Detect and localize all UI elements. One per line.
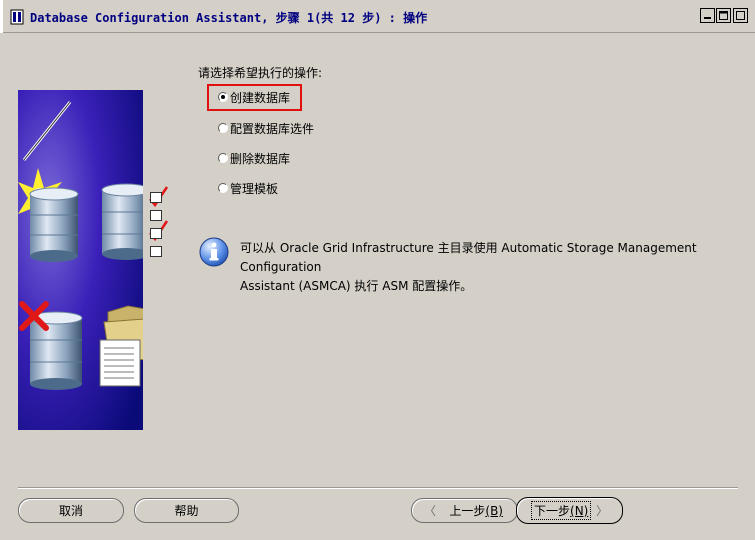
chevron-right-icon: 〉: [595, 504, 608, 518]
option-label: 管理模板: [230, 181, 279, 196]
chevron-left-icon: 〈: [424, 504, 437, 518]
help-button[interactable]: 帮助: [134, 498, 239, 523]
info-line: Assistant (ASMCA) 执行 ASM 配置操作。: [240, 279, 473, 293]
back-button[interactable]: 〈 上一步(B): [411, 498, 518, 523]
maximize-button[interactable]: [716, 8, 731, 23]
option-label: 配置数据库选件: [230, 121, 315, 136]
option-delete-database[interactable]: 删除数据库: [218, 150, 290, 166]
radio-button[interactable]: [218, 123, 228, 133]
database-cylinder-icon: [29, 187, 79, 262]
checkbox-decoration: [150, 246, 162, 257]
info-icon: [199, 237, 229, 267]
footer-separator: [18, 487, 738, 489]
radio-button[interactable]: [218, 92, 228, 102]
info-line: 可以从 Oracle Grid Infrastructure 主目录使用 Aut…: [240, 241, 697, 274]
wizard-illustration: [18, 90, 143, 430]
radio-button[interactable]: [218, 183, 228, 193]
minimize-icon: [704, 17, 711, 19]
close-icon: [736, 11, 745, 20]
option-create-database[interactable]: 创建数据库: [218, 89, 290, 105]
close-button[interactable]: [733, 8, 748, 23]
minimize-button[interactable]: [700, 8, 715, 23]
checkbox-decoration: [150, 210, 162, 221]
checkbox-decoration: [150, 228, 162, 239]
option-manage-templates[interactable]: 管理模板: [218, 180, 278, 196]
app-window-icon: [10, 9, 24, 25]
checkbox-decoration: [150, 192, 162, 203]
window-title: Database Configuration Assistant, 步骤 1(共…: [30, 11, 428, 25]
next-button-label: 下一步(N): [531, 501, 592, 520]
cancel-button[interactable]: 取消: [18, 498, 124, 523]
next-button[interactable]: 下一步(N) 〉: [516, 497, 623, 524]
back-button-label: 上一步(B): [449, 504, 503, 518]
operation-prompt: 请选择希望执行的操作:: [198, 66, 323, 80]
option-label: 删除数据库: [230, 151, 291, 166]
radio-button[interactable]: [218, 153, 228, 163]
option-configure-database-options[interactable]: 配置数据库选件: [218, 120, 314, 136]
maximize-icon: [719, 11, 728, 20]
title-bar: Database Configuration Assistant, 步骤 1(共…: [0, 0, 755, 33]
title-bar-edge: [0, 0, 3, 33]
info-message: 可以从 Oracle Grid Infrastructure 主目录使用 Aut…: [240, 239, 740, 296]
option-label: 创建数据库: [230, 90, 291, 105]
